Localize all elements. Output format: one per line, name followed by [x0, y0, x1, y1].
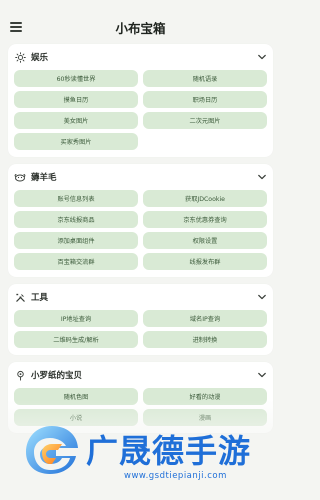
- item-ip-lookup[interactable]: IP地址查询: [14, 310, 138, 327]
- section-header-treasures[interactable]: 小罗纸的宝贝: [14, 367, 267, 383]
- item-work-calendar[interactable]: 职场日历: [143, 91, 267, 108]
- chevron-down-icon[interactable]: [257, 370, 267, 380]
- pin-icon: [14, 369, 26, 381]
- item-base-conversion[interactable]: 进制转换: [143, 331, 267, 348]
- item-good-anime[interactable]: 好看的动漫: [143, 388, 267, 405]
- section-deals: 薅羊毛 账号信息列表 获取JDCookie 京东线报商品 京东优惠券查询 添加桌…: [8, 164, 273, 277]
- item-comics[interactable]: 漫画: [143, 409, 267, 426]
- item-beauty-pictures[interactable]: 美女图片: [14, 112, 138, 129]
- item-60s-news[interactable]: 60秒读懂世界: [14, 70, 138, 87]
- section-header-tools[interactable]: 工具: [14, 289, 267, 305]
- section-treasures: 小罗纸的宝贝 随机色图 好看的动漫 小说 漫画: [8, 362, 273, 433]
- item-jd-deal-products[interactable]: 京东线报商品: [14, 211, 138, 228]
- section-header-entertainment[interactable]: 娱乐: [14, 49, 267, 65]
- item-get-jdcookie[interactable]: 获取JDCookie: [143, 190, 267, 207]
- section-title: 薅羊毛: [31, 173, 57, 183]
- item-permission-settings[interactable]: 权限设置: [143, 232, 267, 249]
- chevron-down-icon[interactable]: [257, 52, 267, 62]
- item-community-group[interactable]: 百宝箱交流群: [14, 253, 138, 270]
- content: 娱乐 60秒读懂世界 随机语录 摸鱼日历 职场日历 美女图片 二次元图片 买家秀…: [0, 40, 281, 433]
- item-random-pictures[interactable]: 随机色图: [14, 388, 138, 405]
- status-bar: [0, 0, 281, 14]
- item-add-desktop-widget[interactable]: 添加桌面组件: [14, 232, 138, 249]
- sun-icon: [14, 51, 26, 63]
- item-qrcode-tool[interactable]: 二维码生成/解析: [14, 331, 138, 348]
- section-entertainment: 娱乐 60秒读懂世界 随机语录 摸鱼日历 职场日历 美女图片 二次元图片 买家秀…: [8, 44, 273, 157]
- item-domain-ip-lookup[interactable]: 域名IP查询: [143, 310, 267, 327]
- chevron-down-icon[interactable]: [257, 292, 267, 302]
- item-slacker-calendar[interactable]: 摸鱼日历: [14, 91, 138, 108]
- section-title: 小罗纸的宝贝: [31, 371, 83, 381]
- item-anime-pictures[interactable]: 二次元图片: [143, 112, 267, 129]
- section-tools: 工具 IP地址查询 域名IP查询 二维码生成/解析 进制转换: [8, 284, 273, 355]
- menu-icon[interactable]: [10, 22, 22, 32]
- tools-icon: [14, 291, 26, 303]
- chevron-down-icon[interactable]: [257, 172, 267, 182]
- watermark-url: www.gsdtiepianji.com: [124, 471, 227, 481]
- sheep-icon: [14, 171, 26, 183]
- item-buyer-show-pictures[interactable]: 买家秀图片: [14, 133, 138, 150]
- item-jd-coupon-query[interactable]: 京东优惠券查询: [143, 211, 267, 228]
- app-bar: 小布宝箱: [0, 14, 281, 40]
- app-title: 小布宝箱: [115, 20, 166, 36]
- item-account-list[interactable]: 账号信息列表: [14, 190, 138, 207]
- item-novel[interactable]: 小说: [14, 409, 138, 426]
- section-title: 工具: [31, 293, 49, 303]
- section-header-deals[interactable]: 薅羊毛: [14, 169, 267, 185]
- item-deal-publish-group[interactable]: 线报发布群: [143, 253, 267, 270]
- section-title: 娱乐: [31, 53, 49, 63]
- item-random-quote[interactable]: 随机语录: [143, 70, 267, 87]
